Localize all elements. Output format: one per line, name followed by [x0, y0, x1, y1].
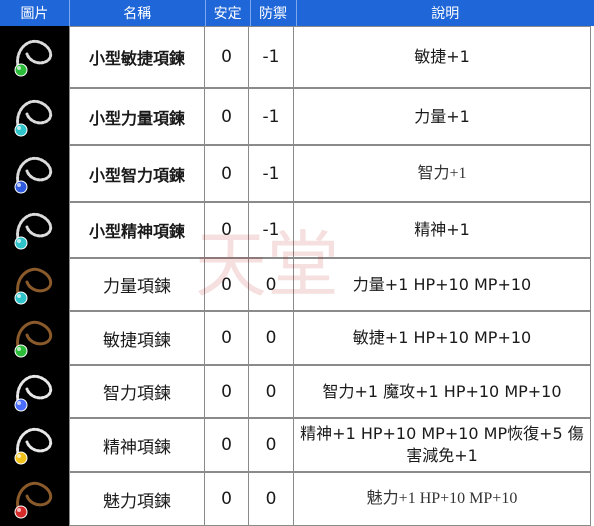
item-name: 敏捷項鍊	[69, 311, 205, 365]
leather-necklace-green-gem-icon	[0, 311, 70, 365]
item-defense-value: -1	[248, 26, 294, 88]
chain-necklace-yellow-gem-icon	[0, 418, 70, 472]
item-defense-value: -1	[248, 88, 294, 145]
item-defense-value: 0	[248, 472, 294, 526]
item-description: 敏捷+1 HP+10 MP+10	[293, 311, 591, 365]
item-name: 小型精神項鍊	[69, 202, 205, 258]
item-description: 敏捷+1	[293, 26, 591, 88]
table-row: 小型智力項鍊 0 -1 智力+1	[0, 145, 594, 202]
chain-necklace-blue-star-icon	[0, 365, 70, 418]
item-safe-value: 0	[204, 418, 249, 472]
item-name: 小型力量項鍊	[69, 88, 205, 145]
leather-necklace-cyan-gem-icon	[0, 258, 70, 311]
item-description: 力量+1	[293, 88, 591, 145]
item-description: 智力+1	[293, 145, 591, 202]
item-safe-value: 0	[204, 365, 249, 418]
header-name: 名稱	[69, 0, 206, 26]
item-description: 力量+1 HP+10 MP+10	[293, 258, 591, 311]
item-defense-value: -1	[248, 145, 294, 202]
item-defense-value: 0	[248, 418, 294, 472]
item-safe-value: 0	[204, 311, 249, 365]
table-row: 精神項鍊 0 0 精神+1 HP+10 MP+10 MP恢復+5 傷害減免+1	[0, 418, 594, 472]
necklace-cyan-gem-icon	[0, 202, 70, 258]
header-description: 說明	[296, 0, 594, 26]
item-safe-value: 0	[204, 88, 249, 145]
item-defense-value: 0	[248, 258, 294, 311]
table-row: 小型力量項鍊 0 -1 力量+1	[0, 88, 594, 145]
item-name: 小型敏捷項鍊	[69, 26, 205, 88]
item-description: 智力+1 魔攻+1 HP+10 MP+10	[293, 365, 591, 418]
necklace-green-gem-icon	[0, 26, 70, 88]
table-row: 智力項鍊 0 0 智力+1 魔攻+1 HP+10 MP+10	[0, 365, 594, 418]
table-row: 力量項鍊 0 0 力量+1 HP+10 MP+10	[0, 258, 594, 311]
item-safe-value: 0	[204, 258, 249, 311]
item-defense-value: 0	[248, 311, 294, 365]
item-description: 精神+1 HP+10 MP+10 MP恢復+5 傷害減免+1	[293, 418, 591, 472]
table-row: 魅力項鍊 0 0 魅力+1 HP+10 MP+10	[0, 472, 594, 526]
table-row: 敏捷項鍊 0 0 敏捷+1 HP+10 MP+10	[0, 311, 594, 365]
leather-necklace-red-gem-icon	[0, 472, 70, 526]
necklace-table: 圖片 名稱 安定 防禦 說明 小型敏捷項鍊 0 -1 敏捷+1 小型力量項鍊 0 -1 力量…	[0, 0, 594, 526]
table-header: 圖片 名稱 安定 防禦 說明	[0, 0, 594, 26]
item-description: 精神+1	[293, 202, 591, 258]
item-description: 魅力+1 HP+10 MP+10	[293, 472, 591, 526]
item-safe-value: 0	[204, 145, 249, 202]
header-image: 圖片	[0, 0, 70, 26]
item-safe-value: 0	[204, 472, 249, 526]
header-defense: 防禦	[250, 0, 297, 26]
item-safe-value: 0	[204, 26, 249, 88]
necklace-cyan-gem-icon	[0, 88, 70, 145]
item-name: 智力項鍊	[69, 365, 205, 418]
table-row: 小型敏捷項鍊 0 -1 敏捷+1	[0, 26, 594, 88]
item-defense-value: -1	[248, 202, 294, 258]
item-safe-value: 0	[204, 202, 249, 258]
header-safe: 安定	[205, 0, 251, 26]
necklace-blue-gem-icon	[0, 145, 70, 202]
item-name: 魅力項鍊	[69, 472, 205, 526]
item-name: 力量項鍊	[69, 258, 205, 311]
item-name: 精神項鍊	[69, 418, 205, 472]
item-defense-value: 0	[248, 365, 294, 418]
table-row: 小型精神項鍊 0 -1 精神+1	[0, 202, 594, 258]
item-name: 小型智力項鍊	[69, 145, 205, 202]
